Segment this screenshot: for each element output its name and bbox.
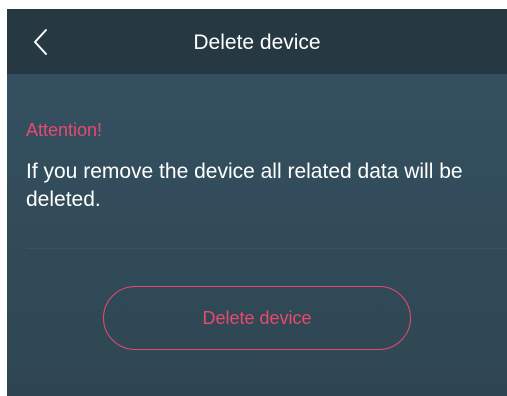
attention-label: Attention! (26, 120, 103, 140)
warning-message: If you remove the device all related dat… (26, 160, 463, 211)
navigation-bar: Delete device (7, 9, 507, 74)
page-title: Delete device (193, 31, 321, 54)
delete-device-button[interactable]: Delete device (103, 286, 411, 350)
divider (26, 248, 507, 249)
screen: Delete device Attention! If you remove t… (7, 9, 507, 396)
content-area: Attention! If you remove the device all … (7, 74, 507, 396)
